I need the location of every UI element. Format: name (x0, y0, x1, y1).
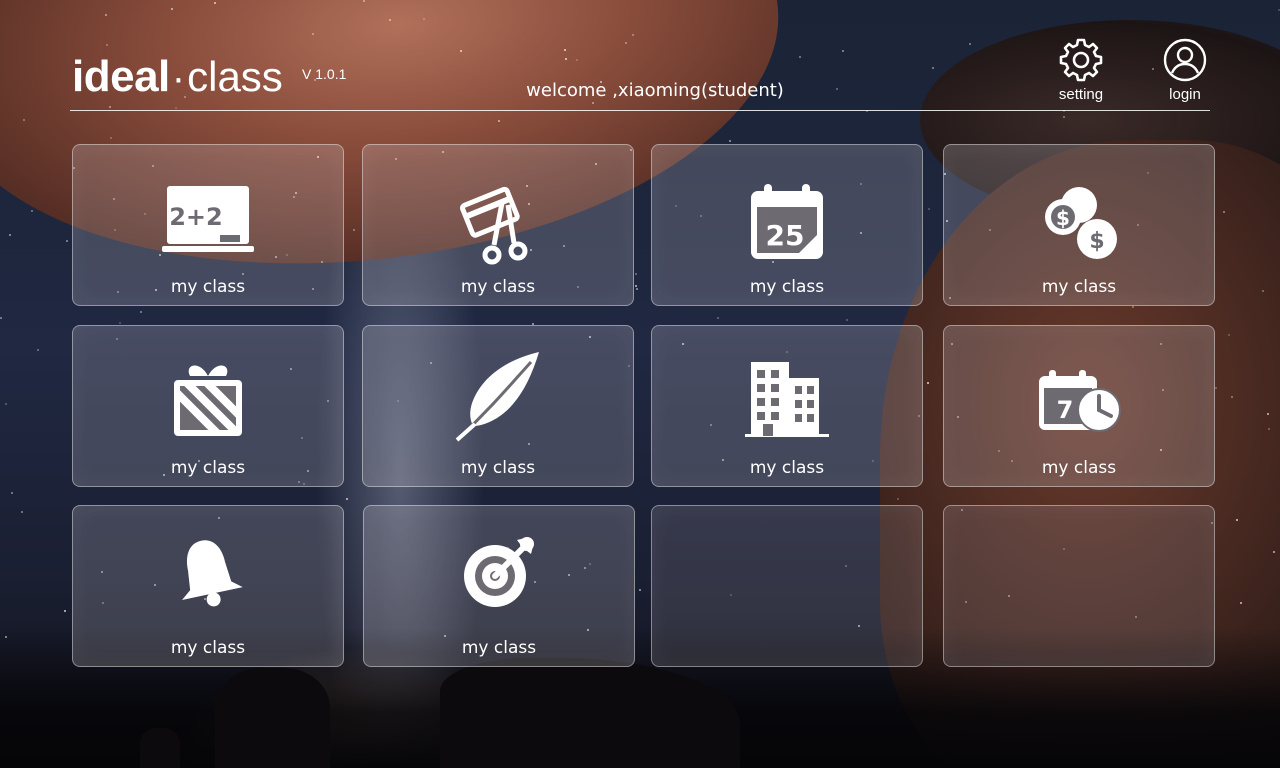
tile-1[interactable]: 2+2 my class (72, 144, 344, 306)
login-label: login (1169, 86, 1201, 103)
tile-label: my class (170, 277, 246, 297)
setting-button[interactable]: setting (1041, 36, 1121, 103)
target-icon (464, 537, 534, 607)
calendar-clock-icon: 7 (1039, 370, 1121, 432)
header: ideal · class V 1.0.1 welcome ,xiaoming(… (0, 0, 1280, 112)
chalkboard-icon: 2+2 (162, 186, 254, 252)
welcome-message: welcome ,xiaoming(student) (526, 80, 784, 101)
tile-3[interactable]: 25 my class (651, 144, 923, 306)
tile-9[interactable]: my class (72, 505, 344, 667)
calendar-icon: 25 (751, 184, 823, 259)
tile-label: my class (170, 638, 246, 658)
app-logo: ideal · class (72, 52, 283, 101)
coins-icon: $ $ (1045, 187, 1117, 259)
header-divider (70, 110, 1210, 111)
gift-icon (174, 365, 242, 436)
building-icon (745, 362, 829, 437)
tile-label: my class (749, 458, 825, 478)
tile-label: my class (1041, 458, 1117, 478)
tile-label: my class (460, 277, 536, 297)
tile-label: my class (460, 458, 536, 478)
svg-text:2+2: 2+2 (169, 203, 223, 231)
tile-label: my class (749, 277, 825, 297)
login-button[interactable]: login (1145, 36, 1225, 103)
tile-4[interactable]: $ $ my class (943, 144, 1215, 306)
bell-icon (182, 540, 243, 607)
feather-icon (455, 352, 539, 442)
version-label: V 1.0.1 (302, 66, 347, 82)
tile-label: my class (170, 458, 246, 478)
tile-2[interactable]: my class (362, 144, 634, 306)
setting-label: setting (1058, 86, 1104, 103)
svg-text:25: 25 (766, 219, 805, 252)
svg-text:7: 7 (1057, 396, 1074, 424)
tile-label: my class (1041, 277, 1117, 297)
tile-label: my class (461, 638, 537, 658)
gear-icon (1059, 38, 1103, 82)
tile-7[interactable]: my class (651, 325, 923, 487)
svg-text:$: $ (1056, 206, 1070, 230)
tile-6[interactable]: my class (362, 325, 634, 487)
tile-empty-2 (943, 505, 1215, 667)
tile-empty-1 (651, 505, 923, 667)
tile-8[interactable]: 7 my class (943, 325, 1215, 487)
user-icon (1163, 38, 1207, 82)
svg-text:$: $ (1089, 229, 1104, 254)
tile-10[interactable]: my class (363, 505, 635, 667)
card-scissors-icon (460, 186, 528, 265)
tile-5[interactable]: my class (72, 325, 344, 487)
